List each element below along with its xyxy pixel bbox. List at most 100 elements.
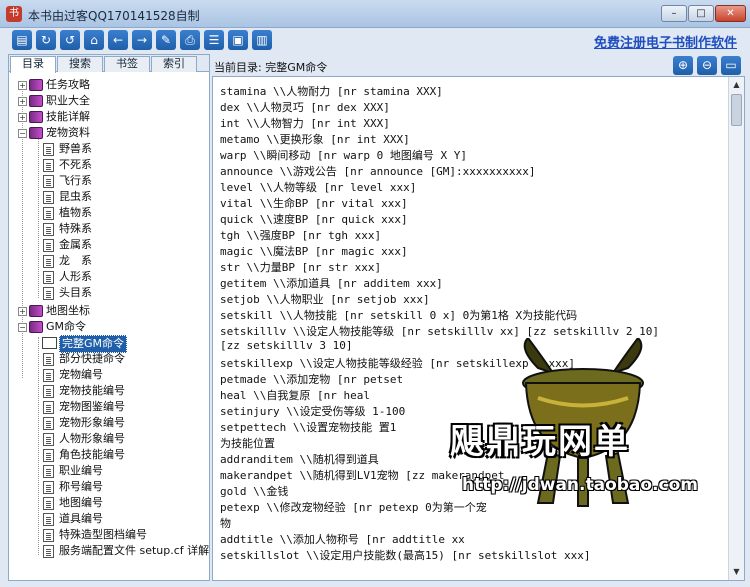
tree-item[interactable]: 飞行系 <box>9 173 209 189</box>
tree-item[interactable]: 宠物图鉴编号 <box>9 399 209 415</box>
tree-item-label: 称号编号 <box>59 480 103 493</box>
tree-item[interactable]: 地图编号 <box>9 495 209 511</box>
tree-item[interactable]: − GM命令 <box>9 319 209 335</box>
content-line: vital \\生命BP [nr vital xxx] <box>220 197 408 210</box>
tree-item-label: 昆虫系 <box>59 190 92 203</box>
tree-item[interactable]: 部分快捷命令 <box>9 351 209 367</box>
expand-icon[interactable]: + <box>18 97 27 106</box>
content-line: announce \\游戏公告 [nr announce [GM]:xxxxxx… <box>220 165 536 178</box>
tree-item[interactable]: 人物形象编号 <box>9 431 209 447</box>
close-button[interactable]: ✕ <box>715 5 746 22</box>
tree-item[interactable]: 金属系 <box>9 237 209 253</box>
minimize-button[interactable]: – <box>661 5 687 22</box>
back-arrow-icon[interactable]: ← <box>108 30 128 50</box>
tree-item[interactable]: 宠物技能编号 <box>9 383 209 399</box>
content-panel: 当前目录: 完整GM命令 ⊕ ⊖ ▭ stamina \\人物耐力 [nr st… <box>212 54 745 581</box>
path-bar: 当前目录: 完整GM命令 ⊕ ⊖ ▭ <box>212 54 745 76</box>
tree-item[interactable]: 野兽系 <box>9 141 209 157</box>
nav-tabs: 目录 搜索 书签 索引 <box>9 55 209 73</box>
undo-icon[interactable]: ↺ <box>60 30 80 50</box>
content-line: 为技能位置 <box>220 437 275 450</box>
page-icon <box>43 417 54 430</box>
forward-arrow-icon[interactable]: → <box>132 30 152 50</box>
collapse-icon[interactable]: − <box>18 323 27 332</box>
refresh-icon[interactable]: ↻ <box>36 30 56 50</box>
book-icon <box>29 127 43 139</box>
scroll-down-icon[interactable]: ▼ <box>729 564 744 579</box>
tree-item[interactable]: 特殊系 <box>9 221 209 237</box>
tree-item[interactable]: + 技能详解 <box>9 109 209 125</box>
tree-item-label: 服务端配置文件 setup.cf 详解 <box>59 544 209 557</box>
content-line: petmade \\添加宠物 [nr petset <box>220 373 404 386</box>
tree-item-label: 飞行系 <box>59 174 92 187</box>
expand-icon[interactable]: + <box>18 113 27 122</box>
title-bar: 书 本书由过客QQ170141528自制 – □ ✕ <box>0 0 750 28</box>
tree-item-label: 技能详解 <box>46 110 90 123</box>
notes-icon[interactable]: ☰ <box>204 30 224 50</box>
tree-item[interactable]: 称号编号 <box>9 479 209 495</box>
collapse-icon[interactable]: − <box>18 129 27 138</box>
tree-item[interactable]: 道具编号 <box>9 511 209 527</box>
tree-item[interactable]: 特殊造型图档编号 <box>9 527 209 543</box>
zoom-in-icon[interactable]: ⊕ <box>673 56 693 75</box>
tree-item[interactable]: 宠物形象编号 <box>9 415 209 431</box>
tree-item[interactable]: 角色技能编号 <box>9 447 209 463</box>
tree-item-label: 野兽系 <box>59 142 92 155</box>
tree-item-label: 金属系 <box>59 238 92 251</box>
tree-item-label: 头目系 <box>59 286 92 299</box>
tree-item-label: 人形系 <box>59 270 92 283</box>
tab-search[interactable]: 搜索 <box>57 56 103 72</box>
tab-index[interactable]: 索引 <box>151 56 197 72</box>
tree-item[interactable]: 头目系 <box>9 285 209 301</box>
save-icon[interactable]: ▣ <box>228 30 248 50</box>
tree-item-label: 宠物资料 <box>46 126 90 139</box>
content-line: setskill \\人物技能 [nr setskill 0 x] 0为第1格 … <box>220 309 578 322</box>
fullscreen-icon[interactable]: ▭ <box>721 56 741 75</box>
expand-icon[interactable]: + <box>18 307 27 316</box>
tree-item-label: 植物系 <box>59 206 92 219</box>
tree-item[interactable]: 龙 系 <box>9 253 209 269</box>
toc-toggle-icon[interactable]: ▤ <box>12 30 32 50</box>
promo-link[interactable]: 免费注册电子书制作软件 <box>594 32 737 51</box>
tree-item[interactable]: 昆虫系 <box>9 189 209 205</box>
content-line: makerandpet \\随机得到LV1宠物 [zz makerandpet <box>220 469 505 482</box>
tree-item[interactable]: 服务端配置文件 setup.cf 详解 <box>9 543 209 559</box>
tree-item[interactable]: 不死系 <box>9 157 209 173</box>
page-icon <box>43 159 54 172</box>
scroll-up-icon[interactable]: ▲ <box>729 77 744 92</box>
tree-item[interactable]: 职业编号 <box>9 463 209 479</box>
page-icon <box>43 369 54 382</box>
page-icon <box>43 255 54 268</box>
tab-bookmarks[interactable]: 书签 <box>104 56 150 72</box>
bookmark-list-icon[interactable]: ▥ <box>252 30 272 50</box>
tree-item[interactable]: + 地图坐标 <box>9 303 209 319</box>
scrollbar-thumb[interactable] <box>731 94 742 126</box>
zoom-out-icon[interactable]: ⊖ <box>697 56 717 75</box>
book-icon <box>29 305 43 317</box>
search-icon[interactable]: ✎ <box>156 30 176 50</box>
tree-item-selected[interactable]: 完整GM命令 <box>9 335 209 353</box>
tree-item[interactable]: − 宠物资料 <box>9 125 209 141</box>
tree-item-label: 特殊系 <box>59 222 92 235</box>
page-icon <box>43 191 54 204</box>
tree-item[interactable]: 人形系 <box>9 269 209 285</box>
home-icon[interactable]: ⌂ <box>84 30 104 50</box>
tree-item-label: 职业大全 <box>46 94 90 107</box>
tree-item-label: 宠物技能编号 <box>59 384 125 397</box>
vertical-scrollbar[interactable]: ▲ ▼ <box>728 77 744 580</box>
content-area[interactable]: stamina \\人物耐力 [nr stamina XXX] dex \\人物… <box>212 76 745 581</box>
tree-item[interactable]: 宠物编号 <box>9 367 209 383</box>
maximize-button[interactable]: □ <box>688 5 714 22</box>
tree-item-label: 任务攻略 <box>46 78 90 91</box>
tab-contents[interactable]: 目录 <box>10 56 56 73</box>
tree-item-label: 部分快捷命令 <box>59 352 125 365</box>
content-line: warp \\瞬间移动 [nr warp 0 地图编号 X Y] <box>220 149 467 162</box>
current-path: 当前目录: 完整GM命令 <box>214 61 328 74</box>
page-icon <box>43 481 54 494</box>
tree-item[interactable]: + 职业大全 <box>9 93 209 109</box>
tree-item-label: 不死系 <box>59 158 92 171</box>
expand-icon[interactable]: + <box>18 81 27 90</box>
tree-item[interactable]: + 任务攻略 <box>9 77 209 93</box>
tree-item[interactable]: 植物系 <box>9 205 209 221</box>
print-icon[interactable]: ⎙ <box>180 30 200 50</box>
